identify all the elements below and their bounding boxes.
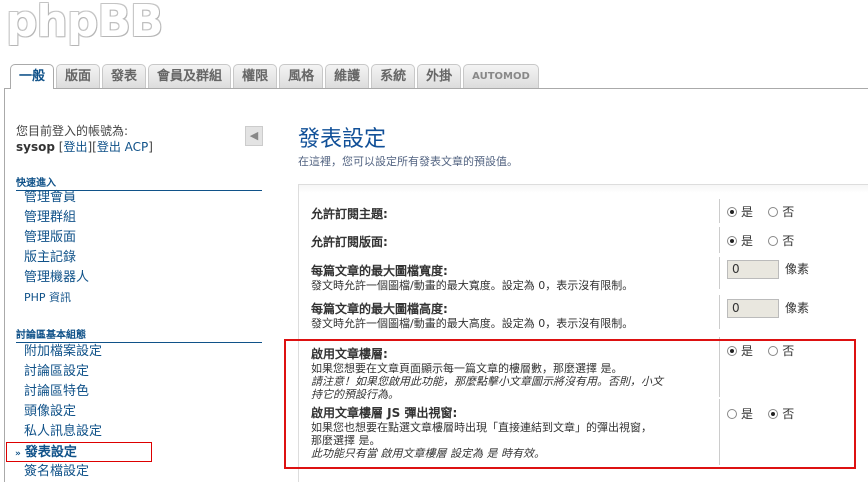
- logout-link[interactable]: 登出: [63, 140, 87, 154]
- radio-no-label: 否: [782, 205, 795, 219]
- nav-post-settings-label: 發表設定: [24, 445, 77, 460]
- nav-manage-groups[interactable]: 管理群組: [16, 208, 262, 228]
- nav-signature-settings[interactable]: 簽名檔設定: [16, 462, 262, 482]
- board-config-nav: 附加檔案設定 討論區設定 討論區特色 頭像設定 私人訊息設定 » 發表設定 簽名檔…: [6, 342, 262, 482]
- bracket-separator: ][: [87, 140, 97, 154]
- max-img-width-input[interactable]: 0: [727, 260, 779, 279]
- radio-no-label: 否: [782, 407, 795, 421]
- divider: [719, 337, 720, 397]
- header: phpBB 一般 版面 發表 會員及群組 權限 風格 維護 系統 外掛 AUTO…: [0, 0, 868, 89]
- quick-access-nav: 管理會員 管理群組 管理版面 版主記錄 管理機器人 PHP 資訊: [16, 188, 262, 308]
- nav-manage-bots[interactable]: 管理機器人: [16, 268, 262, 288]
- radio-no-label: 否: [782, 344, 795, 358]
- board-config-heading: 討論區基本組態: [16, 326, 262, 343]
- divider: [719, 295, 720, 329]
- user-info: 您目前登入的帳號為: sysop [登出][登出 ACP]: [16, 123, 153, 155]
- topic-notify-options: 是 否: [727, 203, 794, 220]
- divider: [719, 399, 720, 465]
- nav-manage-users[interactable]: 管理會員: [16, 188, 262, 208]
- setting-note: 請注意！如果您啟用此功能，那麼點擊小文章圖示將沒有用。否則，小文: [311, 375, 663, 388]
- radio-yes[interactable]: [727, 236, 737, 246]
- divider: [719, 257, 720, 289]
- radio-yes[interactable]: [727, 207, 737, 217]
- post-numbers-options: 是 否: [727, 342, 794, 359]
- radio-no[interactable]: [768, 346, 779, 356]
- nav-attachment-settings[interactable]: 附加檔案設定: [16, 342, 262, 362]
- max-img-height-input[interactable]: 0: [727, 299, 779, 318]
- radio-yes-label: 是: [741, 205, 754, 219]
- nav-avatar-settings[interactable]: 頭像設定: [16, 402, 262, 422]
- page-description: 在這裡，您可以設定所有發表文章的預設值。: [298, 155, 518, 168]
- divider: [719, 227, 720, 253]
- setting-note-cont: 持它的預設行為。: [311, 388, 399, 401]
- tab-automod[interactable]: AUTOMOD: [463, 64, 539, 88]
- radio-no[interactable]: [768, 207, 779, 217]
- setting-explain: 發文時允許一個圖檔/動畫的最大寬度。設定為 0，表示沒有限制。: [311, 279, 634, 292]
- radio-yes-label: 是: [741, 234, 754, 248]
- setting-explain: 如果您想要在文章頁面顯示每一篇文章的樓層數，那麼選擇 是。: [311, 362, 623, 375]
- tab-forums[interactable]: 版面: [56, 64, 101, 88]
- nav-php-info[interactable]: PHP 資訊: [16, 288, 262, 308]
- nav-manage-forums[interactable]: 管理版面: [16, 228, 262, 248]
- divider: [719, 199, 720, 223]
- max-img-width-control: 0 像素: [727, 260, 809, 279]
- tab-permissions[interactable]: 權限: [233, 64, 278, 88]
- radio-no[interactable]: [768, 409, 779, 419]
- nav-board-settings[interactable]: 討論區設定: [16, 362, 262, 382]
- setting-note: 此功能只有當 啟用文章樓層 設定為 是 時有效。: [311, 447, 545, 460]
- phpbb-logo: phpBB: [6, 0, 163, 47]
- tab-users-groups[interactable]: 會員及群組: [148, 64, 232, 88]
- radio-yes[interactable]: [727, 409, 737, 419]
- tab-system[interactable]: 系統: [371, 64, 416, 88]
- forum-notify-options: 是 否: [727, 232, 794, 249]
- js-popup-options: 是 否: [727, 405, 794, 422]
- nav-board-features[interactable]: 討論區特色: [16, 382, 262, 402]
- radio-no[interactable]: [768, 236, 779, 246]
- tab-styles[interactable]: 風格: [279, 64, 324, 88]
- settings-panel: 允許訂閱主題: 是 否 允許訂閱版面: 是 否 每篇文章的最大圖檔寬度: 發文時…: [298, 184, 868, 482]
- page-title: 發表設定: [298, 127, 387, 152]
- nav-mod-log[interactable]: 版主記錄: [16, 248, 262, 268]
- radio-yes-label: 是: [741, 344, 754, 358]
- tab-maintenance[interactable]: 維護: [325, 64, 370, 88]
- bracket-close: ]: [148, 140, 153, 154]
- nav-pm-settings[interactable]: 私人訊息設定: [16, 422, 262, 442]
- setting-explain: 如果您也想要在點選文章樓層時出現「直接連結到文章」的彈出視窗，: [311, 421, 652, 434]
- tab-general[interactable]: 一般: [10, 64, 55, 89]
- setting-explain: 發文時允許一個圖檔/動畫的最大高度。設定為 0，表示沒有限制。: [311, 317, 634, 330]
- nav-post-settings[interactable]: » 發表設定: [6, 442, 152, 462]
- radio-no-label: 否: [782, 234, 795, 248]
- unit-label: 像素: [785, 301, 810, 315]
- sidebar: 您目前登入的帳號為: sysop [登出][登出 ACP] ◀ 快速進入 管理會…: [5, 89, 263, 482]
- radio-yes-label: 是: [741, 407, 754, 421]
- setting-explain-cont: 那麼選擇 是。: [311, 434, 381, 447]
- unit-label: 像素: [785, 262, 810, 276]
- username: sysop: [16, 140, 55, 154]
- logout-acp-link[interactable]: 登出 ACP: [97, 140, 148, 154]
- max-img-height-control: 0 像素: [727, 299, 809, 318]
- current-marker-icon: »: [15, 449, 21, 459]
- collapse-sidebar-icon[interactable]: ◀: [245, 126, 263, 146]
- radio-yes[interactable]: [727, 346, 737, 356]
- logged-in-label: 您目前登入的帳號為:: [16, 124, 129, 138]
- tab-posting[interactable]: 發表: [102, 64, 147, 88]
- tab-bar: 一般 版面 發表 會員及群組 權限 風格 維護 系統 外掛 AUTOMOD: [10, 64, 541, 89]
- tab-extensions[interactable]: 外掛: [417, 64, 462, 88]
